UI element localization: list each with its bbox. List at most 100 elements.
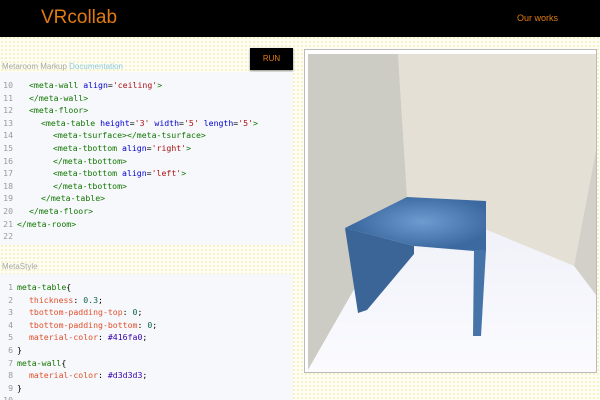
code-token: 0.3	[83, 294, 99, 305]
code-token: '5'	[238, 117, 254, 128]
code-line[interactable]: 12 <meta-floor>	[0, 105, 88, 117]
code-token: 'right'	[151, 143, 187, 153]
code-token: #d3d3d3	[107, 370, 143, 381]
code-token: </meta-table>	[41, 193, 106, 204]
line-number: 21	[3, 218, 13, 229]
code-line[interactable]: 15 <meta-tbottom align ='right' >	[0, 143, 191, 155]
code-line[interactable]: 2 thickness: 0.3;	[0, 295, 103, 307]
code-token: <meta-table	[41, 117, 101, 128]
our-works-link[interactable]: Our works	[517, 13, 558, 23]
code-line[interactable]: 4 tbottom-padding-bottom: 0;	[0, 320, 157, 332]
line-number: 14	[3, 130, 13, 141]
code-token: </meta-room>	[17, 218, 77, 229]
line-number: 3	[8, 307, 13, 318]
line-number: 10	[0, 395, 13, 400]
code-line[interactable]: 11 </meta-wall>	[0, 93, 88, 105]
code-token: {	[66, 282, 72, 292]
line-number: 1	[8, 282, 13, 292]
code-line[interactable]: 16 </meta-tbottom>	[0, 156, 127, 168]
line-number: 13	[3, 117, 13, 128]
code-line[interactable]: 18 </meta-tbottom>	[0, 181, 127, 193]
top-navbar: VRcollab Our works	[0, 0, 600, 37]
code-token: meta-table	[17, 282, 67, 292]
3d-viewport[interactable]	[304, 49, 597, 373]
line-number: 10	[3, 80, 13, 90]
line-number: 9	[8, 382, 13, 393]
code-token: <meta-floor>	[29, 105, 89, 116]
line-number: 11	[3, 92, 13, 103]
code-token: align	[122, 168, 147, 179]
code-token: material-color	[29, 370, 99, 381]
style-code-editor[interactable]: 1 meta-table{2 thickness: 0.3; 3 tbottom-pad…	[0, 274, 293, 400]
line-number: 16	[3, 155, 13, 166]
code-line[interactable]: 3 tbottom-padding-top: 0;	[0, 307, 142, 319]
code-token: </meta-tbottom>	[53, 155, 127, 166]
code-token: align	[122, 143, 147, 153]
code-token: :	[137, 319, 148, 330]
code-line[interactable]: 22	[0, 231, 17, 243]
line-number: 5	[8, 332, 13, 343]
code-token: ;	[152, 319, 158, 330]
code-token: <meta-tbottom	[53, 168, 123, 179]
code-token: 'ceiling'	[112, 80, 158, 90]
code-token: :	[98, 332, 108, 343]
metastyle-label: MetaStyle	[2, 262, 38, 271]
code-token: ;	[142, 370, 148, 381]
code-token: </meta-floor>	[29, 206, 94, 216]
code-token: height	[100, 117, 130, 128]
code-token: >	[186, 143, 192, 153]
code-line[interactable]: 13 <meta-table height = '3' width = '5' lengt…	[0, 118, 258, 130]
line-number: 19	[3, 193, 13, 204]
brand-logo[interactable]: VRcollab	[41, 7, 117, 29]
code-line[interactable]: 14 <meta-tsurface></meta-tsurface>	[0, 130, 206, 142]
code-token: thickness	[29, 294, 74, 305]
code-token: tbottom-padding-bottom	[29, 319, 138, 330]
code-line[interactable]: 17 <meta-tbottom align ='left' >	[0, 168, 186, 180]
code-line[interactable]: 5 material-color: #416fa0;	[0, 332, 147, 344]
line-number: 20	[3, 206, 13, 216]
code-token: :	[98, 370, 108, 381]
code-token: >	[253, 117, 258, 128]
code-line[interactable]: 6}	[0, 345, 22, 357]
code-token: ;	[98, 294, 103, 305]
code-line[interactable]: 10 <meta-wall align ='ceiling' >	[0, 80, 162, 92]
code-line[interactable]: 1 meta-table{	[0, 282, 71, 294]
line-number: 7	[8, 357, 13, 368]
code-line[interactable]: 9}	[0, 383, 22, 395]
code-token: '3'	[134, 117, 150, 128]
line-number: 15	[3, 143, 13, 153]
code-token: meta-wall	[17, 357, 62, 368]
code-token: align	[83, 80, 108, 90]
code-token: </meta-tbottom>	[53, 180, 127, 191]
code-token: ;	[137, 307, 143, 318]
markup-code-editor[interactable]: 10 <meta-wall align ='ceiling' >11 </meta-wa…	[0, 72, 293, 245]
code-token: #416fa0	[107, 332, 143, 343]
run-button[interactable]: RUN	[250, 48, 293, 70]
code-token: ;	[142, 332, 148, 343]
code-token: material-color	[29, 332, 99, 343]
code-token: <meta-tsurface></meta-tsurface>	[53, 130, 206, 141]
code-line[interactable]: 21 </meta-room>	[0, 219, 76, 231]
code-token: <meta-tbottom	[53, 143, 123, 153]
code-line[interactable]: 19 </meta-table>	[0, 193, 105, 205]
line-number: 4	[8, 319, 13, 330]
code-line[interactable]: 20 </meta-floor>	[0, 206, 93, 218]
line-number: 2	[8, 294, 13, 305]
code-line[interactable]: 7 meta-wall{	[0, 358, 66, 370]
code-token: 'left'	[151, 168, 182, 179]
code-token: }	[17, 382, 22, 393]
code-token: tbottom-padding-top	[29, 307, 123, 318]
code-token: :	[122, 307, 133, 318]
code-token: </meta-wall>	[29, 92, 89, 103]
documentation-link[interactable]: Documentation	[69, 62, 123, 71]
code-line[interactable]: 8 material-color: #d3d3d3;	[0, 370, 147, 382]
code-line[interactable]: 10	[0, 395, 17, 400]
code-token: >	[181, 168, 187, 179]
markup-label-text: Metaroom Markup	[2, 62, 67, 71]
code-token: :	[73, 294, 84, 305]
code-token: length	[198, 117, 234, 128]
code-token: width	[149, 117, 180, 128]
line-number: 18	[3, 180, 13, 191]
line-number: 17	[3, 168, 13, 179]
code-token: {	[61, 357, 67, 368]
